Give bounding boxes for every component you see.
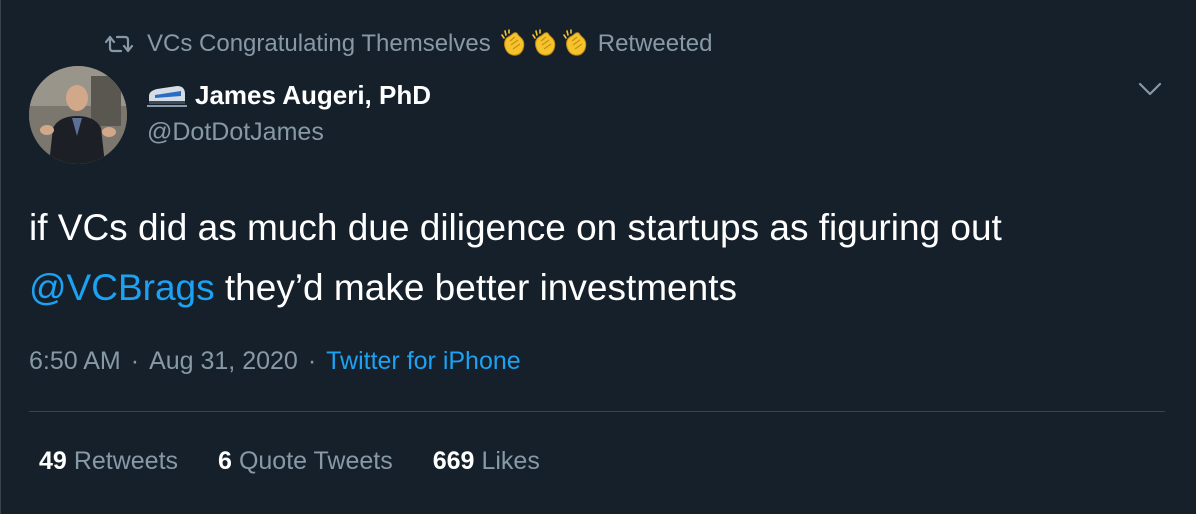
meta-separator: · [130, 347, 140, 375]
avatar-photo-icon [29, 66, 127, 164]
clapping-hands-icon [500, 29, 525, 56]
retweet-icon [105, 35, 133, 53]
clapping-hands-icon [562, 29, 587, 56]
author-handle[interactable]: @DotDotJames [147, 118, 324, 147]
tweet-text-before: if VCs did as much due diligence on star… [29, 207, 1002, 248]
retweet-context: VCs Congratulating Themselves Retweeted [105, 29, 712, 59]
retweets-count: 49 [39, 447, 67, 475]
tweet-stats: 49 Retweets 6 Quote Tweets 669 Likes [39, 447, 580, 476]
tweet-detail: VCs Congratulating Themselves Retweeted [0, 0, 1196, 514]
clapping-hands-icon [531, 29, 556, 56]
retweets-stat[interactable]: 49 Retweets [39, 447, 178, 476]
quote-tweets-stat[interactable]: 6 Quote Tweets [218, 447, 393, 476]
avatar[interactable] [29, 66, 127, 164]
author-name-row[interactable]: James Augeri, PhD [147, 80, 431, 111]
clap-emoji-group [499, 29, 592, 59]
retweeter-name[interactable]: VCs Congratulating Themselves [147, 30, 491, 58]
tweet-date[interactable]: Aug 31, 2020 [149, 347, 298, 375]
tweet-text-after: they’d make better investments [214, 267, 737, 308]
likes-stat[interactable]: 669 Likes [433, 447, 540, 476]
tweet-time[interactable]: 6:50 AM [29, 347, 121, 375]
likes-count: 669 [432, 447, 475, 475]
mention-link[interactable]: @VCBrags [29, 267, 215, 308]
tweet-meta: 6:50 AM · Aug 31, 2020 · Twitter for iPhone [29, 347, 521, 376]
author-display-name[interactable]: James Augeri, PhD [195, 80, 431, 111]
chevron-down-icon[interactable] [1137, 80, 1163, 98]
quote-tweets-count: 6 [218, 447, 232, 475]
tweet-text: if VCs did as much due diligence on star… [29, 198, 1169, 318]
meta-separator: · [307, 347, 317, 375]
likes-label: Likes [481, 447, 540, 475]
tweet-source-link[interactable]: Twitter for iPhone [326, 347, 521, 375]
retweeted-label: Retweeted [597, 30, 713, 57]
quote-tweets-label: Quote Tweets [238, 447, 393, 475]
retweets-label: Retweets [73, 447, 179, 475]
divider [29, 411, 1165, 412]
high-speed-train-icon [147, 85, 187, 107]
